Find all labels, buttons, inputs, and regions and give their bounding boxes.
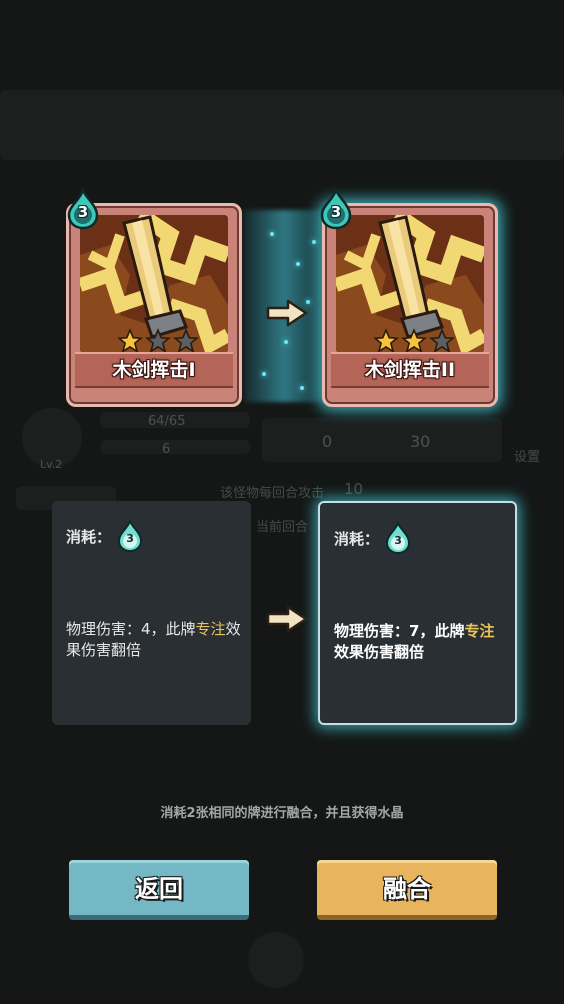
spark: [296, 262, 300, 266]
fuse-button[interactable]: 融合: [317, 860, 497, 920]
star-icon: [373, 328, 399, 354]
arrow-right-icon: [266, 299, 308, 327]
star-rating: [373, 328, 455, 354]
card-name: 木剑挥击I: [75, 352, 233, 388]
star-icon: [173, 328, 199, 354]
status-text-2: 当前回合: [256, 520, 309, 535]
keyword-focus: 专注: [464, 622, 495, 640]
spark: [312, 240, 316, 244]
cost-value: 3: [330, 203, 342, 221]
card-description: 物理伤害：7，此牌专注效果伤害翻倍: [334, 621, 505, 663]
attack-value: 0: [322, 432, 333, 451]
cost-row: 消耗： 3: [334, 519, 501, 555]
status-value: 10: [344, 480, 364, 498]
cost-value: 3: [394, 534, 402, 547]
settings-label: 设置: [514, 450, 541, 465]
fusion-hint: 消耗2张相同的牌进行融合，并且获得水晶: [160, 806, 404, 821]
card-info-before: 消耗： 3 物理伤害：4，此牌专注效果伤害翻倍: [52, 501, 251, 725]
spark: [270, 232, 274, 236]
star-rating: [117, 328, 199, 354]
cost-value: 3: [77, 203, 89, 221]
cost-value: 3: [126, 532, 134, 545]
desc-text: 物理伤害：7，此牌: [334, 622, 465, 640]
cost-badge: 3: [385, 519, 411, 555]
back-button[interactable]: 返回: [69, 860, 249, 920]
shield-value: 6: [162, 442, 171, 457]
desc-text: 效果伤害翻倍: [334, 643, 425, 661]
card-after: 木剑挥击II: [322, 203, 498, 407]
star-icon: [145, 328, 171, 354]
cost-badge: 3: [117, 517, 143, 553]
cost-badge: 3: [319, 186, 353, 230]
coin-value: 30: [410, 432, 431, 451]
star-icon: [401, 328, 427, 354]
spark: [262, 372, 266, 376]
card-name: 木剑挥击II: [331, 352, 489, 388]
card-before: 木剑挥击I: [66, 203, 242, 407]
keyword-focus: 专注: [195, 620, 226, 638]
card-description: 物理伤害：4，此牌专注效果伤害翻倍: [66, 619, 241, 661]
arrow-right-icon: [266, 605, 308, 633]
desc-text: 物理伤害：4，此牌: [66, 620, 196, 638]
spark: [300, 386, 304, 390]
spark: [284, 340, 288, 344]
star-icon: [117, 328, 143, 354]
status-text: 该怪物每回合攻击: [220, 486, 325, 501]
cost-label: 消耗：: [66, 527, 112, 546]
hp-text: 64/65: [148, 414, 186, 429]
card-info-after: 消耗： 3 物理伤害：7，此牌专注效果伤害翻倍: [318, 501, 517, 725]
cost-badge: 3: [66, 186, 100, 230]
cost-label: 消耗：: [334, 529, 380, 548]
cost-row: 消耗： 3: [66, 517, 237, 553]
level-label: Lv.2: [40, 458, 63, 471]
star-icon: [429, 328, 455, 354]
